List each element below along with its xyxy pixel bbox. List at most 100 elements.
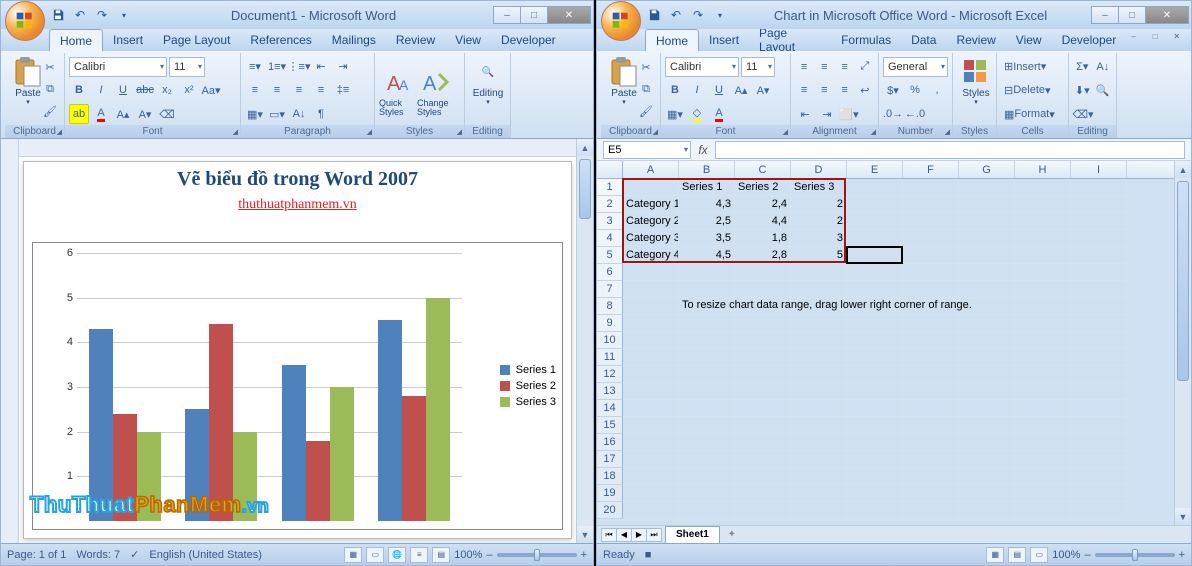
tab-nav-next-icon[interactable]: ▶ (631, 528, 647, 542)
zoom-in-icon[interactable]: + (1179, 549, 1185, 561)
quick-styles-button[interactable]: AA Quick Styles (379, 55, 417, 126)
cell[interactable] (959, 383, 1015, 400)
cell[interactable] (735, 434, 791, 451)
clear-format-icon[interactable]: ⌫ (157, 104, 177, 124)
cell[interactable] (959, 247, 1015, 264)
cell[interactable] (1071, 196, 1127, 213)
cell[interactable] (1071, 417, 1127, 434)
cell[interactable] (847, 502, 903, 519)
close-button[interactable]: ✕ (547, 6, 591, 24)
insert-sheet-icon[interactable]: ✦ (724, 528, 740, 542)
cell[interactable] (1015, 281, 1071, 298)
cell[interactable] (791, 502, 847, 519)
cell[interactable] (1015, 230, 1071, 247)
valign-mid-icon[interactable]: ≡ (815, 57, 833, 77)
tab-pagelayout[interactable]: Page Layout (749, 29, 831, 51)
cell[interactable] (959, 400, 1015, 417)
percent-icon[interactable]: % (905, 80, 925, 100)
align-center-icon[interactable]: ≡ (267, 80, 287, 100)
styles-button[interactable]: Styles▾ (957, 55, 995, 106)
cell[interactable] (1071, 213, 1127, 230)
cell[interactable] (679, 434, 735, 451)
scroll-down-icon[interactable]: ▼ (577, 526, 593, 543)
cell[interactable] (735, 332, 791, 349)
underline-button[interactable]: U (113, 80, 133, 100)
cell[interactable] (679, 417, 735, 434)
cell[interactable] (847, 349, 903, 366)
cell[interactable] (735, 281, 791, 298)
cell[interactable] (1015, 213, 1071, 230)
cell[interactable] (847, 264, 903, 281)
name-box[interactable]: E5 (603, 141, 691, 159)
cell[interactable]: 3 (791, 230, 847, 247)
cell[interactable] (959, 349, 1015, 366)
row-header[interactable]: 18 (597, 468, 623, 485)
group-label[interactable]: Clipboard (5, 125, 64, 138)
cell[interactable] (1015, 468, 1071, 485)
cell[interactable] (1071, 349, 1127, 366)
cell[interactable] (847, 332, 903, 349)
tab-nav-prev-icon[interactable]: ◀ (616, 528, 632, 542)
macro-record-icon[interactable]: ■ (645, 549, 652, 561)
cell[interactable] (623, 315, 679, 332)
cell[interactable]: 1,8 (735, 230, 791, 247)
fill-color-icon[interactable]: ◇ (687, 104, 707, 124)
cell[interactable] (959, 264, 1015, 281)
orientation-icon[interactable]: ⤢ (856, 57, 874, 77)
strike-button[interactable]: abc (135, 80, 155, 100)
cell[interactable] (903, 196, 959, 213)
cell[interactable] (959, 366, 1015, 383)
cell[interactable] (623, 332, 679, 349)
cell[interactable] (903, 213, 959, 230)
document-page[interactable]: Vẽ biểu đồ trong Word 2007 thuthuatphanm… (23, 161, 572, 539)
font-color-icon[interactable]: A (709, 104, 729, 124)
cell[interactable] (791, 349, 847, 366)
tab-insert[interactable]: Insert (103, 29, 153, 51)
cell[interactable] (959, 502, 1015, 519)
document-heading[interactable]: Vẽ biểu đồ trong Word 2007 (24, 168, 571, 191)
column-header[interactable]: G (959, 161, 1015, 178)
cell[interactable] (903, 332, 959, 349)
cell[interactable] (959, 196, 1015, 213)
cell[interactable] (1071, 366, 1127, 383)
editing-button[interactable]: 🔍 Editing▾ (469, 55, 507, 106)
vertical-scrollbar[interactable]: ▲ ▼ (576, 139, 593, 543)
cell[interactable]: Series 2 (735, 179, 791, 196)
align-right-icon[interactable]: ≡ (289, 80, 309, 100)
indent-dec-icon[interactable]: ⇤ (795, 104, 815, 124)
zoom-value[interactable]: 100% (454, 549, 482, 561)
cell[interactable] (1071, 485, 1127, 502)
cell[interactable] (903, 383, 959, 400)
scroll-up-icon[interactable]: ▲ (1175, 161, 1191, 178)
cell[interactable] (623, 468, 679, 485)
cell[interactable] (623, 502, 679, 519)
cell[interactable] (735, 349, 791, 366)
cell-grid[interactable]: ABCDEFGHI 123456789101112131415161718192… (597, 161, 1174, 525)
cell[interactable] (679, 349, 735, 366)
cell[interactable] (959, 485, 1015, 502)
view-normal-icon[interactable]: ▦ (986, 547, 1004, 563)
superscript-button[interactable]: x² (179, 80, 199, 100)
cell[interactable] (679, 468, 735, 485)
tab-pagelayout[interactable]: Page Layout (153, 29, 240, 51)
document-link[interactable]: thuthuatphanmem.vn (24, 197, 571, 213)
sheet-tab[interactable]: Sheet1 (665, 526, 720, 543)
cell[interactable] (903, 315, 959, 332)
group-label[interactable]: Styles (375, 125, 464, 138)
cell[interactable] (679, 332, 735, 349)
tab-formulas[interactable]: Formulas (831, 29, 901, 51)
cell[interactable] (735, 417, 791, 434)
highlight-button[interactable]: ab (69, 104, 89, 124)
status-proofing-icon[interactable]: ✓ (130, 548, 139, 561)
bold-button[interactable]: B (665, 80, 685, 100)
cell[interactable] (847, 485, 903, 502)
cell[interactable]: 3,5 (679, 230, 735, 247)
cell[interactable]: 4,4 (735, 213, 791, 230)
cell[interactable]: 2 (791, 196, 847, 213)
column-header[interactable]: C (735, 161, 791, 178)
cell[interactable] (1015, 349, 1071, 366)
italic-button[interactable]: I (91, 80, 111, 100)
cell[interactable] (847, 451, 903, 468)
bullets-icon[interactable]: ≡▾ (245, 57, 265, 77)
row-header[interactable]: 8 (597, 298, 623, 315)
